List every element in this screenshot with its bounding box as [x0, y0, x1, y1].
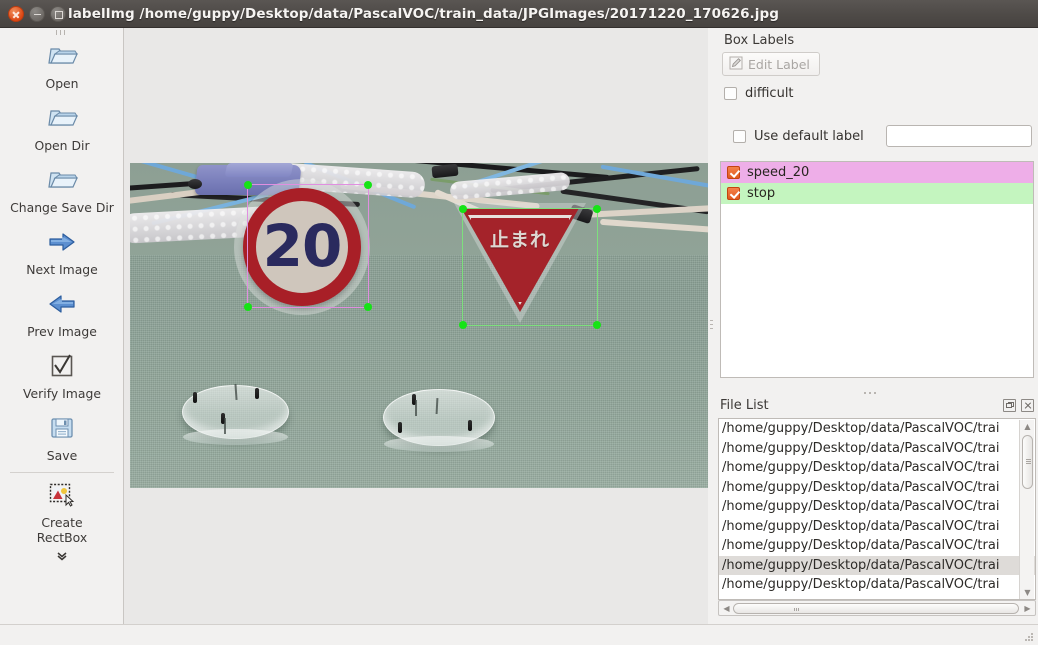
float-icon[interactable] — [1003, 399, 1016, 412]
label-item-text: speed_20 — [747, 165, 810, 180]
checkbox-tick-icon — [0, 351, 123, 381]
toolbar-item-save[interactable]: Save — [0, 406, 123, 468]
label-item-checkbox[interactable] — [727, 187, 740, 200]
photo-cable-clutter — [130, 163, 708, 255]
annotated-photo[interactable]: 20 止まれ — [130, 163, 708, 488]
bbox-handle-bottom-left[interactable] — [244, 303, 252, 311]
bbox-speed-20[interactable] — [244, 181, 372, 311]
scroll-right-arrow-icon[interactable]: ▶ — [1022, 603, 1033, 614]
toolbar-label: Open — [45, 76, 79, 91]
toolbar-item-open[interactable]: Open — [0, 34, 123, 96]
file-list-item-selected[interactable]: /home/guppy/Desktop/data/PascalVOC/trai — [719, 555, 1035, 575]
use-default-label-row[interactable]: Use default label — [733, 125, 1032, 147]
bbox-handle-bottom-right[interactable] — [593, 321, 601, 329]
toolbar-label: Change Save Dir — [10, 200, 114, 215]
difficult-label: difficult — [745, 86, 794, 101]
file-list-item[interactable]: /home/guppy/Desktop/data/PascalVOC/trai — [719, 478, 1035, 498]
vertical-scroll-thumb[interactable] — [1022, 435, 1033, 489]
right-dock: Box Labels Edit Label difficult Use defa… — [714, 28, 1038, 624]
close-button[interactable] — [8, 6, 24, 22]
label-item-checkbox[interactable] — [727, 166, 740, 179]
file-list-item[interactable]: /home/guppy/Desktop/data/PascalVOC/trai — [719, 439, 1035, 459]
toolbar-item-verify-image[interactable]: Verify Image — [0, 344, 123, 406]
difficult-checkbox[interactable] — [724, 87, 737, 100]
file-list-item[interactable]: /home/guppy/Desktop/data/PascalVOC/trai — [719, 517, 1035, 537]
toolbar-label: Save — [46, 448, 78, 463]
toolbar-item-prev-image[interactable]: Prev Image — [0, 282, 123, 344]
file-list-vertical-scrollbar[interactable]: ▲ ▼ — [1019, 420, 1034, 599]
toolbar-item-change-save-dir[interactable]: Change Save Dir — [0, 158, 123, 220]
resize-grip[interactable] — [1025, 633, 1035, 643]
toolbar-item-open-dir[interactable]: Open Dir — [0, 96, 123, 158]
create-rectbox-icon — [0, 480, 123, 510]
file-list-header-buttons — [1003, 399, 1034, 412]
maximize-button[interactable] — [50, 6, 66, 22]
bbox-handle-top-right[interactable] — [364, 181, 372, 189]
toolbar-label: Next Image — [26, 262, 98, 277]
file-list-item[interactable]: /home/guppy/Desktop/data/PascalVOC/trai — [719, 575, 1035, 595]
scroll-left-arrow-icon[interactable]: ◀ — [721, 603, 732, 614]
open-folder-icon — [0, 103, 123, 133]
edit-label-button[interactable]: Edit Label — [722, 52, 820, 76]
photo-content: 20 止まれ — [130, 163, 708, 488]
difficult-row[interactable]: difficult — [724, 86, 794, 101]
file-list-dock: File List /home/guppy/Desktop/data/Pasca… — [718, 396, 1036, 620]
acrylic-disc-right — [383, 389, 495, 452]
image-canvas-area[interactable]: 20 止まれ — [124, 28, 713, 624]
edit-pencil-icon — [729, 56, 743, 73]
file-list-item[interactable]: /home/guppy/Desktop/data/PascalVOC/trai — [719, 536, 1035, 556]
title-bar: labelImg /home/guppy/Desktop/data/Pascal… — [0, 0, 1038, 28]
label-list-item[interactable]: speed_20 — [721, 162, 1033, 183]
open-folder-icon — [0, 165, 123, 195]
window-controls — [8, 6, 66, 22]
box-labels-dock: Box Labels Edit Label difficult Use defa… — [718, 28, 1034, 390]
scroll-down-arrow-icon[interactable]: ▼ — [1022, 587, 1033, 598]
file-list-title: File List — [720, 398, 769, 413]
file-list-item[interactable]: /home/guppy/Desktop/data/PascalVOC/trai — [719, 419, 1035, 439]
file-list-horizontal-scrollbar[interactable]: ◀ ▶ — [718, 600, 1036, 616]
use-default-label-text: Use default label — [754, 128, 864, 144]
toolbar-label: Open Dir — [34, 138, 90, 153]
arrow-left-icon — [0, 289, 123, 319]
box-labels-title: Box Labels — [724, 33, 795, 48]
box-labels-list[interactable]: speed_20 stop — [720, 161, 1034, 378]
close-icon[interactable] — [1021, 399, 1034, 412]
blue-device-top — [224, 163, 294, 177]
file-list-item[interactable]: /home/guppy/Desktop/data/PascalVOC/trai — [719, 497, 1035, 517]
toolbar-label: Verify Image — [23, 386, 101, 401]
edit-label-text: Edit Label — [748, 56, 810, 72]
file-list-item[interactable]: /home/guppy/Desktop/data/PascalVOC/trai — [719, 458, 1035, 478]
bbox-handle-bottom-right[interactable] — [364, 303, 372, 311]
bbox-handle-bottom-left[interactable] — [459, 321, 467, 329]
toolbar-label: Create RectBox — [36, 515, 88, 545]
default-label-input[interactable] — [885, 125, 1032, 147]
status-bar — [0, 624, 1038, 645]
labelimg-window: labelImg /home/guppy/Desktop/data/Pascal… — [0, 0, 1038, 645]
scroll-up-arrow-icon[interactable]: ▲ — [1022, 421, 1033, 432]
left-toolbar: Open Open Dir Change Save Dir Next Image… — [0, 28, 124, 624]
bbox-handle-top-left[interactable] — [244, 181, 252, 189]
toolbar-item-create-rectbox[interactable]: Create RectBox — [0, 473, 123, 550]
file-list-header: File List — [718, 396, 1036, 418]
bbox-stop[interactable] — [459, 205, 601, 329]
arrow-right-icon — [0, 227, 123, 257]
use-default-label-checkbox[interactable] — [733, 129, 746, 143]
file-list-view[interactable]: /home/guppy/Desktop/data/PascalVOC/trai … — [718, 418, 1036, 600]
minimize-button[interactable] — [29, 6, 45, 22]
open-folder-icon — [0, 41, 123, 71]
bbox-handle-top-left[interactable] — [459, 205, 467, 213]
toolbar-overflow-button[interactable] — [0, 550, 123, 563]
floppy-disk-icon — [0, 413, 123, 443]
horizontal-scroll-thumb[interactable] — [733, 603, 1019, 614]
acrylic-disc-left — [182, 383, 289, 445]
label-list-item[interactable]: stop — [721, 183, 1033, 204]
window-title: labelImg /home/guppy/Desktop/data/Pascal… — [68, 6, 780, 22]
toolbar-grip[interactable] — [56, 30, 68, 35]
toolbar-label: Prev Image — [27, 324, 97, 339]
label-item-text: stop — [747, 186, 776, 201]
toolbar-item-next-image[interactable]: Next Image — [0, 220, 123, 282]
bbox-handle-top-right[interactable] — [593, 205, 601, 213]
